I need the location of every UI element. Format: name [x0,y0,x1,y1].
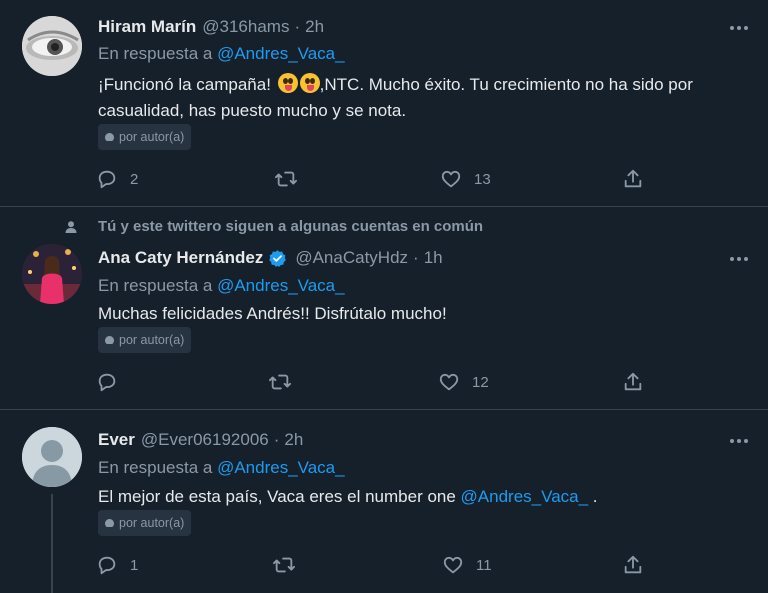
default-avatar-icon [22,427,82,487]
like-icon [439,373,459,391]
retweet-button[interactable] [268,369,304,395]
emoji-tongue-icon [299,73,320,93]
like-button[interactable]: 12 [438,369,489,395]
tweet-text-end: . [588,487,598,506]
author-name[interactable]: Hiram Marín [98,17,196,37]
share-icon [624,169,642,188]
more-icon [730,257,748,261]
avatar-ana-caty[interactable] [22,244,82,304]
reply-prefix: En respuesta a [98,458,218,477]
like-count: 12 [472,373,489,391]
verified-badge-icon [268,249,287,268]
author-badge-label: por autor(a) [119,516,185,530]
reply-icon [98,170,116,189]
tweet-header: Ana Caty Hernández @AnaCatyHdz · 1h [98,245,443,271]
share-button[interactable] [622,552,644,578]
tweet-text-start: El mejor de esta país, Vaca eres el numb… [98,487,461,506]
author-badge-icon [105,335,114,344]
avatar-woman-image [22,244,82,304]
separator-dot: · [273,430,280,449]
retweet-icon [274,171,297,187]
separator-dot: · [413,248,419,267]
reply-context: En respuesta a @Andres_Vaca_ [98,44,345,64]
reply-to-link[interactable]: @Andres_Vaca_ [217,276,345,295]
social-context-text: Tú y este twittero siguen a algunas cuen… [98,218,484,235]
more-button[interactable] [728,248,750,270]
tweet-actions: 2 13 [96,166,656,192]
tweet-ever[interactable]: Ever @Ever06192006 · 2h En respuesta a @… [0,410,768,593]
reply-button[interactable]: 1 [96,552,138,578]
tweet-header: Hiram Marín @316hams · 2h [98,14,324,40]
reply-icon [98,373,116,392]
like-icon [441,170,461,188]
tweet-text: ¡Funcionó la campaña! ,NTC. Mucho éxito.… [98,72,758,124]
mention-link[interactable]: @Andres_Vaca_ [461,487,589,506]
avatar-ever[interactable] [22,427,82,487]
retweet-button[interactable] [274,166,310,192]
author-badge-icon [105,518,114,527]
reply-context: En respuesta a @Andres_Vaca_ [98,276,345,296]
reply-prefix: En respuesta a [98,44,218,63]
tweet-header: Ever @Ever06192006 · 2h [98,427,303,453]
more-icon [730,26,748,30]
more-icon [730,439,748,443]
tweet-time[interactable]: 1h [424,248,443,268]
author-handle[interactable]: @AnaCatyHdz [295,248,408,268]
tweet-ana-caty[interactable]: Tú y este twittero siguen a algunas cuen… [0,207,768,409]
more-button[interactable] [728,430,750,452]
reply-to-link[interactable]: @Andres_Vaca_ [217,458,345,477]
thread-line [51,494,53,593]
author-badge-label: por autor(a) [119,333,185,347]
author-handle[interactable]: @Ever06192006 [141,430,269,450]
author-badge-icon [105,132,114,141]
author-badge: por autor(a) [98,510,192,536]
avatar-eye-image [22,16,82,76]
tweet-text-start: ¡Funcionó la campaña! [98,75,276,94]
reply-to-link[interactable]: @Andres_Vaca_ [217,44,345,63]
social-context: Tú y este twittero siguen a algunas cuen… [98,218,483,235]
share-icon [624,372,642,391]
like-count: 11 [476,556,492,574]
share-button[interactable] [622,369,644,395]
like-button[interactable]: 13 [440,166,491,192]
share-icon [624,555,642,574]
reply-count: 2 [130,170,139,188]
emoji-tongue-icon [277,73,298,93]
reply-count: 1 [130,556,139,574]
retweet-icon [272,557,295,573]
like-count: 13 [474,170,491,188]
reply-prefix: En respuesta a [98,276,218,295]
tweet-hiram[interactable]: Hiram Marín @316hams · 2h En respuesta a… [0,0,768,206]
like-button[interactable]: 11 [442,552,492,578]
author-badge: por autor(a) [98,124,192,150]
tweet-actions: 12 [96,369,656,395]
author-name[interactable]: Ever [98,430,135,450]
tweet-time[interactable]: 2h [305,17,324,37]
author-name[interactable]: Ana Caty Hernández [98,248,263,268]
reply-button[interactable]: 2 [96,166,138,192]
reply-context: En respuesta a @Andres_Vaca_ [98,458,345,478]
more-button[interactable] [728,17,750,39]
reply-icon [98,556,116,575]
tweet-actions: 1 11 [96,552,656,578]
avatar-hiram[interactable] [22,16,82,76]
tweet-text: Muchas felicidades Andrés!! Disfrútalo m… [98,304,447,323]
retweet-icon [268,374,291,390]
author-handle[interactable]: @316hams [202,17,289,37]
separator-dot: · [294,17,301,36]
tweet-text: El mejor de esta país, Vaca eres el numb… [98,484,758,510]
like-icon [443,556,463,574]
author-badge: por autor(a) [98,327,192,353]
retweet-button[interactable] [272,552,308,578]
author-badge-label: por autor(a) [119,130,185,144]
tweet-time[interactable]: 2h [284,430,303,450]
share-button[interactable] [622,166,644,192]
reply-button[interactable] [96,369,130,395]
person-icon [64,220,78,239]
